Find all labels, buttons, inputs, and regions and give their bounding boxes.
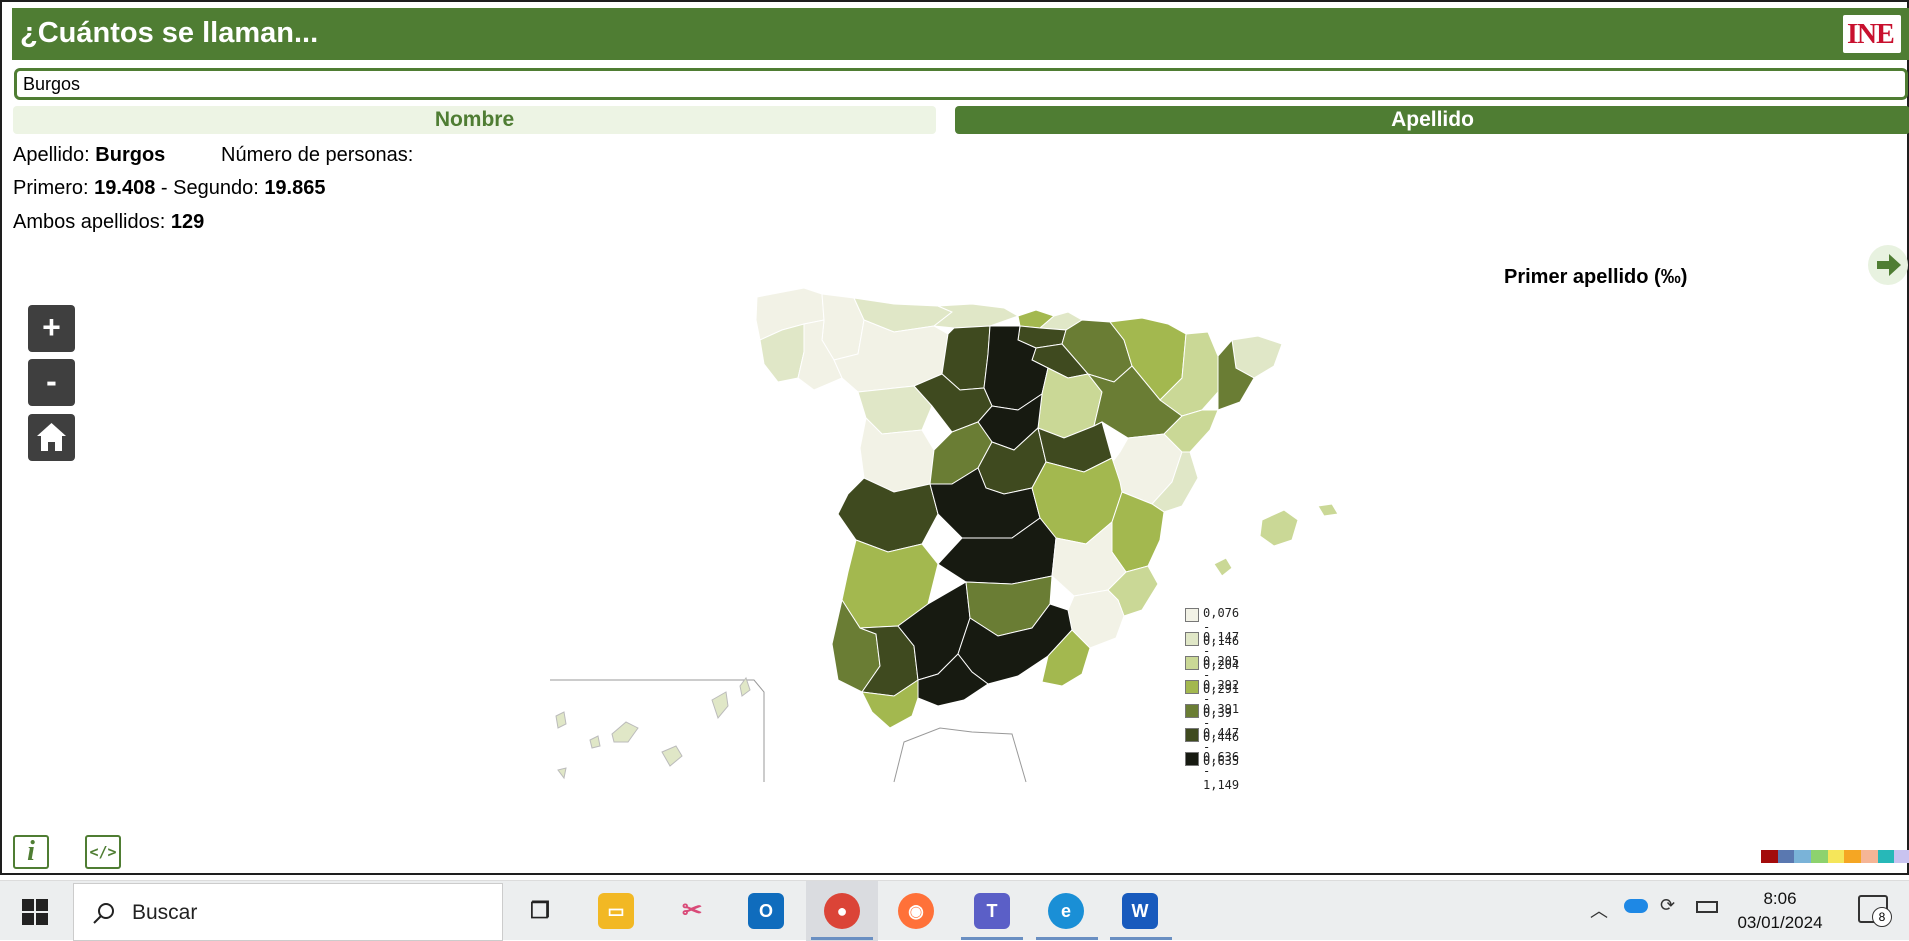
info-button[interactable]: i: [13, 835, 49, 869]
teams-icon[interactable]: T: [974, 893, 1010, 929]
map-title: Primer apellido (‰): [1504, 266, 1687, 289]
color-palette-selector[interactable]: [1761, 850, 1909, 863]
num-personas-label: Número de personas:: [221, 144, 413, 167]
onedrive-icon[interactable]: [1624, 899, 1648, 913]
battery-icon[interactable]: [1696, 901, 1718, 913]
palette-swatch[interactable]: [1811, 850, 1828, 863]
legend-swatch: [1185, 680, 1199, 694]
palette-swatch[interactable]: [1778, 850, 1795, 863]
notifications-icon[interactable]: 8: [1858, 895, 1888, 923]
notifications-count: 8: [1872, 907, 1892, 927]
legend-swatch: [1185, 704, 1199, 718]
province-santa-cruz[interactable]: [556, 712, 638, 778]
search-input[interactable]: [14, 68, 1908, 100]
edge-icon[interactable]: e: [1048, 893, 1084, 929]
windows-taskbar: Buscar ❐ ▭ ✂ O ● ◉ T e W ︿ ⟳ 8:06 03/01/…: [0, 880, 1909, 940]
counts-separator: -: [161, 177, 168, 199]
search-icon: [92, 901, 116, 925]
primero-label: Primero:: [13, 177, 89, 199]
province-caceres[interactable]: [838, 478, 938, 552]
legend-label: 0,636 - 1,149: [1203, 750, 1239, 792]
outlook-icon[interactable]: O: [748, 893, 784, 929]
ine-logo-text: INE: [1847, 19, 1894, 51]
legend-swatch: [1185, 728, 1199, 742]
chrome-icon[interactable]: ●: [824, 893, 860, 929]
home-icon: [28, 414, 75, 461]
segundo-label: Segundo:: [173, 177, 259, 199]
palette-swatch[interactable]: [1878, 850, 1895, 863]
palette-swatch[interactable]: [1761, 850, 1778, 863]
taskbar-clock[interactable]: 8:06 03/01/2024: [1730, 887, 1830, 935]
windows-start-icon[interactable]: [22, 899, 48, 925]
apellido-info: Apellido: Burgos: [13, 144, 165, 167]
task-view-icon[interactable]: ❐: [522, 893, 558, 929]
spain-choropleth-map[interactable]: [542, 282, 1372, 792]
province-menorca[interactable]: [1318, 504, 1338, 516]
page-title: ¿Cuántos se llaman...: [20, 17, 318, 50]
embed-code-button[interactable]: </>: [85, 835, 121, 869]
clock-date: 03/01/2024: [1730, 911, 1830, 935]
canarias-inset-frame: [550, 680, 764, 782]
segundo-value: 19.865: [264, 177, 325, 199]
legend-swatch: [1185, 608, 1199, 622]
firefox-icon[interactable]: ◉: [898, 893, 934, 929]
tab-apellido[interactable]: Apellido: [955, 106, 1909, 134]
province-las-palmas[interactable]: [662, 678, 750, 766]
ine-logo[interactable]: INE: [1843, 15, 1901, 53]
file-explorer-icon[interactable]: ▭: [598, 893, 634, 929]
app-window: ¿Cuántos se llaman... INE Nombre Apellid…: [0, 0, 1909, 875]
legend-swatch: [1185, 752, 1199, 766]
province-mallorca[interactable]: [1260, 510, 1298, 546]
counts-info: Primero: 19.408 - Segundo: 19.865: [13, 177, 325, 200]
province-cantabria[interactable]: [934, 304, 1018, 328]
word-icon[interactable]: W: [1122, 893, 1158, 929]
arrow-right-icon: [1868, 245, 1908, 285]
legend-swatch: [1185, 632, 1199, 646]
palette-swatch[interactable]: [1794, 850, 1811, 863]
taskbar-search-box[interactable]: Buscar: [73, 883, 503, 941]
show-hidden-icons-chevron[interactable]: ︿: [1590, 897, 1608, 923]
ambos-info: Ambos apellidos: 129: [13, 211, 204, 234]
palette-swatch[interactable]: [1828, 850, 1845, 863]
ceuta-melilla-inset: [894, 728, 1026, 782]
palette-swatch[interactable]: [1844, 850, 1861, 863]
taskbar-search-placeholder: Buscar: [132, 901, 197, 925]
legend-swatch: [1185, 656, 1199, 670]
apellido-value: Burgos: [95, 144, 165, 166]
palette-swatch[interactable]: [1861, 850, 1878, 863]
province-ibiza[interactable]: [1214, 558, 1232, 576]
sync-icon[interactable]: ⟳: [1660, 895, 1675, 916]
snipping-tool-icon[interactable]: ✂: [674, 893, 710, 929]
home-button[interactable]: [28, 414, 75, 461]
ambos-value: 129: [171, 211, 204, 233]
tab-nombre[interactable]: Nombre: [13, 106, 936, 134]
header-bar: ¿Cuántos se llaman... INE: [12, 8, 1909, 60]
primero-value: 19.408: [94, 177, 155, 199]
next-arrow-button[interactable]: [1868, 245, 1908, 285]
zoom-out-button[interactable]: -: [28, 359, 75, 406]
palette-swatch[interactable]: [1894, 850, 1909, 863]
zoom-in-button[interactable]: +: [28, 305, 75, 352]
ambos-label: Ambos apellidos:: [13, 211, 165, 233]
clock-time: 8:06: [1730, 887, 1830, 911]
apellido-label: Apellido:: [13, 144, 90, 166]
